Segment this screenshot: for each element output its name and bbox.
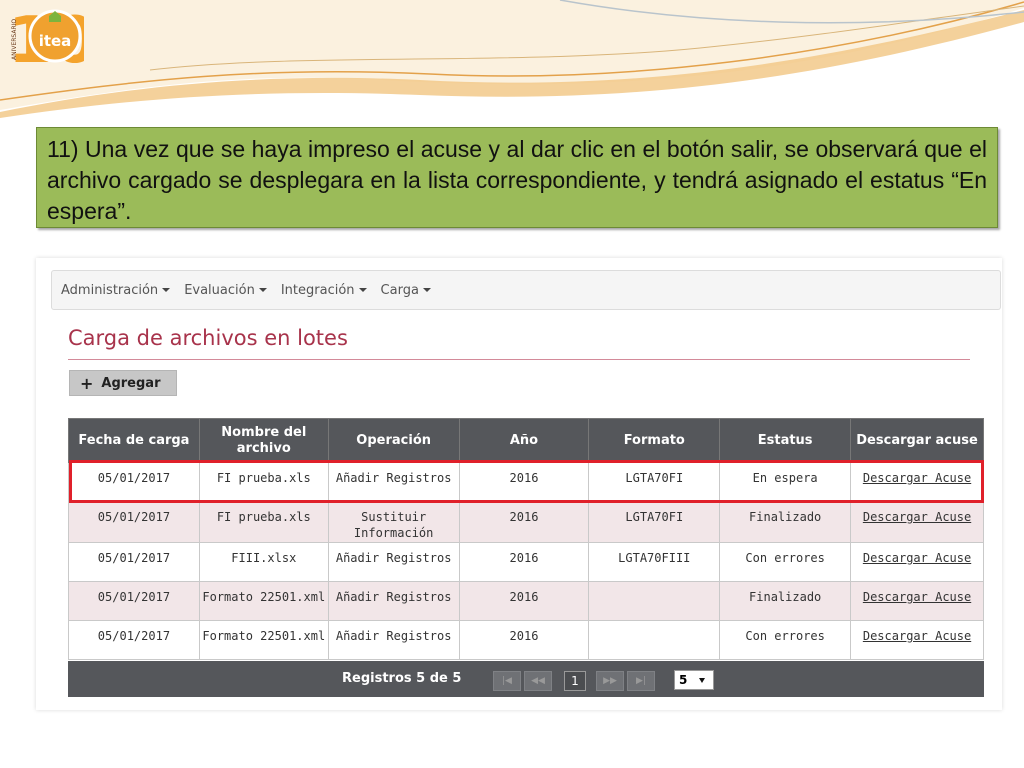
cell-fecha: 05/01/2017: [68, 620, 200, 660]
menu-carga[interactable]: Carga: [381, 283, 431, 298]
cell-estatus: Con errores: [719, 620, 852, 660]
col-header-nombre: Nombre del archivo: [198, 418, 329, 463]
table-row: 05/01/2017 FIII.xlsx Añadir Registros 20…: [68, 542, 984, 582]
col-header-acuse: Descargar acuse: [850, 418, 984, 463]
download-acuse-link[interactable]: Descargar Acuse: [863, 629, 971, 643]
menu-label: Integración: [280, 282, 355, 298]
col-header-anio: Año: [458, 418, 590, 463]
itea-logo: 10 ANIVERSARIO itea: [6, 2, 97, 78]
logo-text: itea: [39, 32, 72, 50]
cell-fecha: 05/01/2017: [68, 581, 200, 621]
cell-operacion: Sustituir Información: [327, 501, 460, 543]
col-header-estatus: Estatus: [719, 418, 852, 463]
caret-down-icon: [162, 288, 171, 292]
table-row: 05/01/2017 FI prueba.xls Añadir Registro…: [68, 462, 984, 502]
download-acuse-link[interactable]: Descargar Acuse: [863, 471, 971, 485]
page-size-select[interactable]: 5: [674, 670, 714, 690]
cell-anio: 2016: [458, 462, 590, 502]
app-screenshot: Administración Evaluación Integración Ca…: [36, 258, 1002, 710]
download-acuse-link[interactable]: Descargar Acuse: [863, 510, 971, 524]
table-row: 05/01/2017 Formato 22501.xml Añadir Regi…: [68, 620, 984, 660]
cell-anio: 2016: [458, 542, 590, 582]
current-page-button[interactable]: 1: [564, 671, 586, 691]
menu-evaluacion[interactable]: Evaluación: [184, 283, 267, 298]
cell-estatus: En espera: [719, 462, 852, 502]
menu-integracion[interactable]: Integración: [281, 283, 367, 298]
page-title: Carga de archivos en lotes: [68, 326, 348, 350]
caret-down-icon: [358, 288, 367, 292]
menu-administracion[interactable]: Administración: [61, 282, 171, 298]
cell-operacion: Añadir Registros: [327, 581, 460, 621]
dropdown-arrow-icon: [699, 677, 706, 683]
top-navbar: Administración Evaluación Integración Ca…: [51, 270, 1001, 310]
main-menu: Administración Evaluación Integración Ca…: [61, 271, 431, 309]
instruction-text: 11) Una vez que se haya impreso el acuse…: [47, 136, 987, 224]
download-acuse-link[interactable]: Descargar Acuse: [863, 590, 971, 604]
caret-down-icon: [258, 288, 267, 292]
cell-estatus: Finalizado: [719, 581, 852, 621]
cell-fecha: 05/01/2017: [68, 542, 200, 582]
cell-estatus: Finalizado: [719, 501, 852, 543]
cell-nombre: Formato 22501.xml: [198, 581, 329, 621]
title-divider: [68, 359, 970, 360]
table-pager: Registros 5 de 5 |◀ ◀◀ 1 ▶▶ ▶| 5: [68, 661, 984, 697]
plus-icon: +: [80, 373, 94, 393]
cell-nombre: Formato 22501.xml: [198, 620, 329, 660]
cell-anio: 2016: [458, 581, 590, 621]
uploads-table: Fecha de carga Nombre del archivo Operac…: [68, 418, 984, 660]
add-button-label: Agregar: [101, 375, 161, 391]
cell-formato: LGTA70FI: [588, 501, 721, 543]
cell-estatus: Con errores: [719, 542, 852, 582]
cell-operacion: Añadir Registros: [327, 620, 460, 660]
add-button[interactable]: + Agregar: [69, 370, 177, 396]
cell-nombre: FI prueba.xls: [198, 501, 329, 543]
cell-formato: [588, 620, 721, 660]
first-page-button[interactable]: |◀: [493, 671, 521, 691]
instruction-box: 11) Una vez que se haya impreso el acuse…: [36, 127, 998, 228]
menu-label: Evaluación: [184, 282, 255, 298]
col-header-operacion: Operación: [327, 418, 460, 463]
col-header-fecha: Fecha de carga: [68, 418, 200, 463]
cell-acuse: Descargar Acuse: [850, 542, 984, 582]
prev-page-button[interactable]: ◀◀: [524, 671, 552, 691]
logo-caption: ANIVERSARIO: [11, 19, 18, 60]
col-header-formato: Formato: [588, 418, 721, 463]
cell-formato: LGTA70FI: [588, 462, 721, 502]
caret-down-icon: [422, 288, 431, 292]
cell-operacion: Añadir Registros: [327, 542, 460, 582]
table-header-row: Fecha de carga Nombre del archivo Operac…: [68, 418, 984, 463]
cell-fecha: 05/01/2017: [68, 501, 200, 543]
records-count: Registros 5 de 5: [342, 671, 462, 686]
download-acuse-link[interactable]: Descargar Acuse: [863, 551, 971, 565]
slide-header-decoration: [0, 0, 1024, 118]
cell-acuse: Descargar Acuse: [850, 501, 984, 543]
cell-acuse: Descargar Acuse: [850, 620, 984, 660]
menu-label: Administración: [61, 282, 159, 298]
cell-anio: 2016: [458, 501, 590, 543]
page-size-value: 5: [679, 673, 688, 687]
cell-nombre: FIII.xlsx: [198, 542, 329, 582]
next-page-button[interactable]: ▶▶: [596, 671, 624, 691]
cell-operacion: Añadir Registros: [327, 462, 460, 502]
cell-nombre: FI prueba.xls: [198, 462, 329, 502]
cell-acuse: Descargar Acuse: [850, 581, 984, 621]
cell-formato: [588, 581, 721, 621]
cell-formato: LGTA70FIII: [588, 542, 721, 582]
cell-fecha: 05/01/2017: [68, 462, 200, 502]
table-row: 05/01/2017 Formato 22501.xml Añadir Regi…: [68, 581, 984, 621]
table-row: 05/01/2017 FI prueba.xls Sustituir Infor…: [68, 501, 984, 543]
menu-label: Carga: [380, 282, 419, 298]
last-page-button[interactable]: ▶|: [627, 671, 655, 691]
cell-anio: 2016: [458, 620, 590, 660]
cell-acuse: Descargar Acuse: [850, 462, 984, 502]
